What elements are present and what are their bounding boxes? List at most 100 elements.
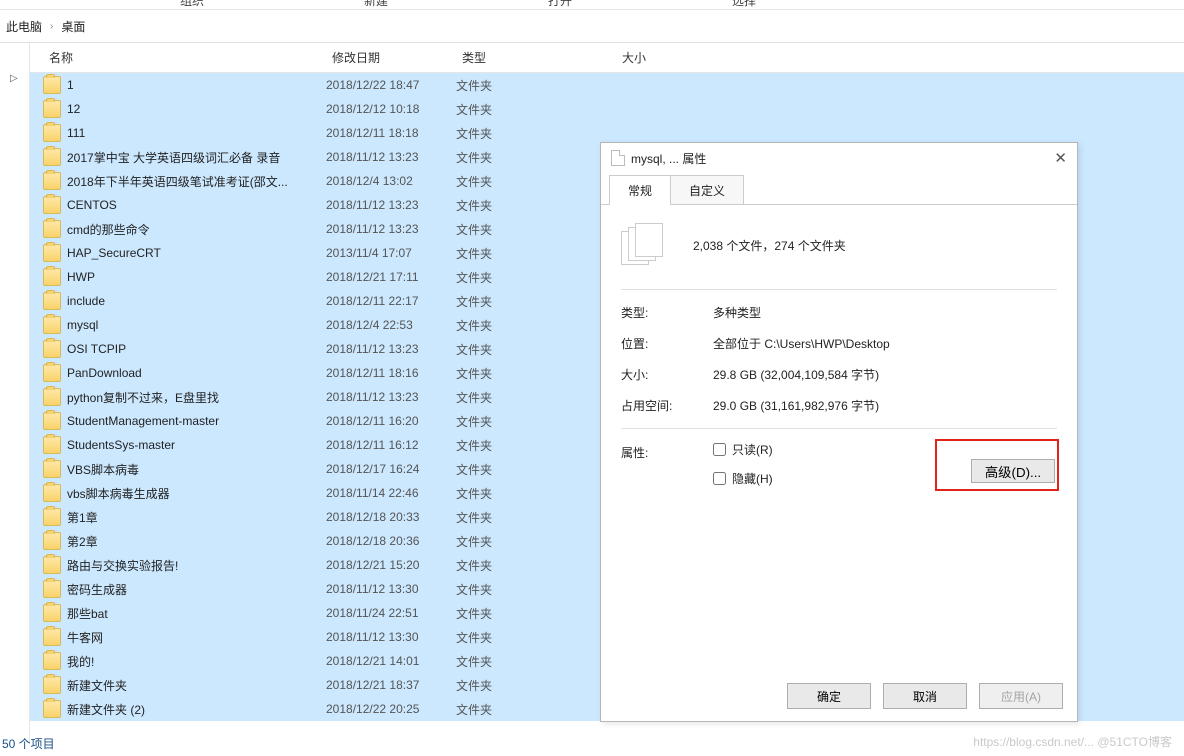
file-name: 1 bbox=[67, 78, 326, 92]
tab-custom[interactable]: 自定义 bbox=[670, 175, 744, 204]
folder-icon bbox=[43, 532, 61, 550]
readonly-checkbox[interactable]: 只读(R) bbox=[713, 441, 773, 458]
cancel-button[interactable]: 取消 bbox=[883, 683, 967, 709]
file-type: 文件夹 bbox=[456, 293, 576, 310]
folder-icon bbox=[43, 220, 61, 238]
file-type: 文件夹 bbox=[456, 653, 576, 670]
highlight-box bbox=[935, 439, 1059, 491]
dialog-titlebar[interactable]: mysql, ... 属性 ✕ bbox=[601, 143, 1077, 173]
file-date: 2013/11/4 17:07 bbox=[326, 246, 456, 260]
file-name: 牛客网 bbox=[67, 629, 326, 646]
file-name: 第1章 bbox=[67, 509, 326, 526]
file-date: 2018/12/21 15:20 bbox=[326, 558, 456, 572]
column-date[interactable]: 修改日期 bbox=[326, 49, 456, 66]
file-name: 路由与交换实验报告! bbox=[67, 557, 326, 574]
folder-icon bbox=[43, 628, 61, 646]
tab-general[interactable]: 常规 bbox=[609, 175, 671, 204]
file-type: 文件夹 bbox=[456, 101, 576, 118]
file-date: 2018/12/21 18:37 bbox=[326, 678, 456, 692]
file-date: 2018/12/4 22:53 bbox=[326, 318, 456, 332]
file-name: python复制不过来，E盘里找 bbox=[67, 389, 326, 406]
column-headers[interactable]: 名称 修改日期 类型 大小 bbox=[30, 43, 1184, 73]
file-type: 文件夹 bbox=[456, 605, 576, 622]
file-type: 文件夹 bbox=[456, 485, 576, 502]
file-name: 2017掌中宝 大学英语四级词汇必备 录音 bbox=[67, 149, 326, 166]
file-date: 2018/12/21 17:11 bbox=[326, 270, 456, 284]
file-date: 2018/12/11 18:16 bbox=[326, 366, 456, 380]
file-type: 文件夹 bbox=[456, 413, 576, 430]
file-type: 文件夹 bbox=[456, 437, 576, 454]
folder-icon bbox=[43, 244, 61, 262]
file-name: 我的! bbox=[67, 653, 326, 670]
disk-value: 29.0 GB (31,161,982,976 字节) bbox=[713, 397, 879, 414]
attributes-label: 属性: bbox=[621, 441, 713, 461]
close-icon[interactable]: ✕ bbox=[1054, 149, 1067, 167]
file-type: 文件夹 bbox=[456, 173, 576, 190]
file-date: 2018/11/12 13:30 bbox=[326, 630, 456, 644]
folder-icon bbox=[43, 340, 61, 358]
nav-pane-edge: ▷ bbox=[0, 43, 30, 743]
folder-icon bbox=[43, 412, 61, 430]
tabs: 常规 自定义 bbox=[601, 175, 1077, 205]
folder-icon bbox=[43, 148, 61, 166]
file-date: 2018/12/21 14:01 bbox=[326, 654, 456, 668]
file-type: 文件夹 bbox=[456, 221, 576, 238]
folder-icon bbox=[43, 172, 61, 190]
folder-icon bbox=[43, 676, 61, 694]
location-label: 位置: bbox=[621, 335, 713, 352]
files-stack-icon bbox=[621, 223, 665, 267]
breadcrumb-part[interactable]: 桌面 bbox=[61, 18, 85, 35]
file-type: 文件夹 bbox=[456, 341, 576, 358]
folder-icon bbox=[43, 316, 61, 334]
folder-icon bbox=[43, 100, 61, 118]
table-row[interactable]: 122018/12/12 10:18文件夹 bbox=[30, 97, 1184, 121]
folder-icon bbox=[43, 388, 61, 406]
file-date: 2018/12/4 13:02 bbox=[326, 174, 456, 188]
breadcrumb[interactable]: 此电脑 › 桌面 bbox=[0, 10, 1184, 43]
size-value: 29.8 GB (32,004,109,584 字节) bbox=[713, 366, 879, 383]
folder-icon bbox=[43, 652, 61, 670]
ribbon-group: 组织 bbox=[180, 0, 204, 9]
folder-icon bbox=[43, 556, 61, 574]
file-date: 2018/12/18 20:33 bbox=[326, 510, 456, 524]
file-type: 文件夹 bbox=[456, 149, 576, 166]
folder-icon bbox=[43, 76, 61, 94]
column-size[interactable]: 大小 bbox=[616, 49, 696, 66]
file-type: 文件夹 bbox=[456, 77, 576, 94]
properties-dialog: mysql, ... 属性 ✕ 常规 自定义 2,038 个文件，274 个文件… bbox=[600, 142, 1078, 722]
file-date: 2018/12/11 18:18 bbox=[326, 126, 456, 140]
column-name[interactable]: 名称 bbox=[43, 49, 326, 66]
file-date: 2018/12/11 16:20 bbox=[326, 414, 456, 428]
file-type: 文件夹 bbox=[456, 557, 576, 574]
file-date: 2018/12/12 10:18 bbox=[326, 102, 456, 116]
file-date: 2018/12/22 20:25 bbox=[326, 702, 456, 716]
hidden-checkbox[interactable]: 隐藏(H) bbox=[713, 470, 773, 487]
folder-icon bbox=[43, 292, 61, 310]
ribbon: 组织 新建 打开 选择 bbox=[0, 0, 1184, 10]
disk-label: 占用空间: bbox=[621, 397, 713, 414]
column-type[interactable]: 类型 bbox=[456, 49, 616, 66]
file-name: 新建文件夹 (2) bbox=[67, 701, 326, 718]
chevron-right-icon[interactable]: ▷ bbox=[10, 73, 18, 84]
file-type: 文件夹 bbox=[456, 389, 576, 406]
file-name: 12 bbox=[67, 102, 326, 116]
watermark: https://blog.csdn.net/... @51CTO博客 bbox=[973, 733, 1172, 750]
location-value: 全部位于 C:\Users\HWP\Desktop bbox=[713, 335, 890, 352]
file-date: 2018/11/12 13:23 bbox=[326, 342, 456, 356]
file-type: 文件夹 bbox=[456, 269, 576, 286]
folder-icon bbox=[43, 124, 61, 142]
file-name: 那些bat bbox=[67, 605, 326, 622]
ribbon-group: 新建 bbox=[364, 0, 388, 9]
ok-button[interactable]: 确定 bbox=[787, 683, 871, 709]
file-date: 2018/12/18 20:36 bbox=[326, 534, 456, 548]
table-row[interactable]: 12018/12/22 18:47文件夹 bbox=[30, 73, 1184, 97]
status-bar: 50 个项目 bbox=[2, 735, 55, 752]
file-name: StudentsSys-master bbox=[67, 438, 326, 452]
apply-button[interactable]: 应用(A) bbox=[979, 683, 1063, 709]
breadcrumb-part[interactable]: 此电脑 bbox=[6, 18, 42, 35]
file-type: 文件夹 bbox=[456, 317, 576, 334]
file-type: 文件夹 bbox=[456, 701, 576, 718]
folder-icon bbox=[43, 196, 61, 214]
file-name: include bbox=[67, 294, 326, 308]
file-date: 2018/12/22 18:47 bbox=[326, 78, 456, 92]
